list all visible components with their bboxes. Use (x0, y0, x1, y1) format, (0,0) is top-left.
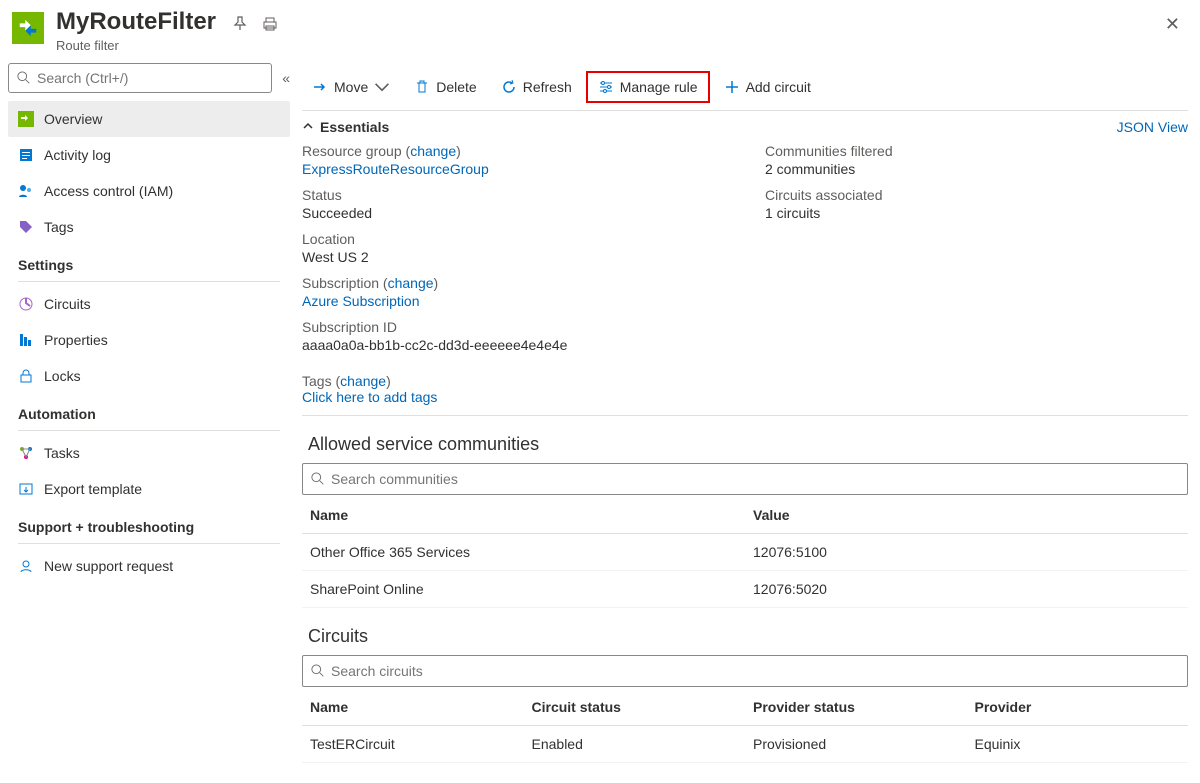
tasks-icon (18, 445, 34, 461)
table-header: Name Value (302, 497, 1188, 534)
essentials-header: Essentials JSON View (302, 111, 1188, 139)
properties-icon (18, 332, 34, 348)
change-tags-link[interactable]: change (340, 373, 386, 389)
subscription-id-value: aaaa0a0a-bb1b-cc2c-dd3d-eeeeee4e4e4e (302, 337, 725, 353)
nav-tasks[interactable]: Tasks (8, 435, 290, 471)
routefilter-icon (12, 12, 44, 44)
search-icon (311, 664, 325, 678)
page-header: MyRouteFilter Route filter ✕ (0, 0, 1200, 53)
communities-table: Name Value Other Office 365 Services 120… (302, 497, 1188, 608)
export-icon (18, 481, 34, 497)
move-button[interactable]: Move (302, 73, 400, 101)
circuits-icon (18, 296, 34, 312)
nav-section-support: Support + troubleshooting (8, 507, 290, 539)
chevron-up-icon[interactable] (302, 119, 314, 135)
nav-locks[interactable]: Locks (8, 358, 290, 394)
sidebar: « Overview Activity log Access control (… (0, 53, 290, 783)
manage-rule-button[interactable]: Manage rule (586, 71, 710, 103)
support-icon (18, 558, 34, 574)
page-title: MyRouteFilter (56, 8, 216, 36)
location-value: West US 2 (302, 249, 725, 265)
sidebar-search-input[interactable] (37, 70, 263, 86)
communities-title: Allowed service communities (302, 434, 1188, 455)
nav-access-control[interactable]: Access control (IAM) (8, 173, 290, 209)
iam-icon (18, 183, 34, 199)
circuits-search-input[interactable] (331, 663, 1179, 679)
circuits-value: 1 circuits (765, 205, 1188, 221)
table-row[interactable]: SharePoint Online 12076:5020 (302, 571, 1188, 608)
routefilter-icon (18, 111, 34, 127)
collapse-sidebar-icon[interactable]: « (282, 70, 290, 86)
add-circuit-button[interactable]: Add circuit (714, 73, 821, 101)
communities-search[interactable] (302, 463, 1188, 495)
circuits-search[interactable] (302, 655, 1188, 687)
print-icon[interactable] (262, 16, 278, 35)
nav-support-request[interactable]: New support request (8, 548, 290, 584)
nav-section-settings: Settings (8, 245, 290, 277)
close-icon[interactable]: ✕ (1165, 14, 1180, 35)
page-subtitle: Route filter (56, 38, 216, 53)
communities-search-input[interactable] (331, 471, 1179, 487)
sliders-icon (598, 79, 614, 95)
plus-icon (724, 79, 740, 95)
pin-icon[interactable] (232, 16, 248, 35)
locks-icon (18, 368, 34, 384)
table-header: Name Circuit status Provider status Prov… (302, 689, 1188, 726)
essentials-body: Resource group (change) ExpressRouteReso… (302, 139, 1188, 373)
status-value: Succeeded (302, 205, 725, 221)
nav-circuits[interactable]: Circuits (8, 286, 290, 322)
add-tags-link[interactable]: Click here to add tags (302, 389, 437, 405)
tags-icon (18, 219, 34, 235)
table-row[interactable]: TestERCircuit Enabled Provisioned Equini… (302, 726, 1188, 763)
chevron-down-icon (374, 79, 390, 95)
nav-tags[interactable]: Tags (8, 209, 290, 245)
nav-properties[interactable]: Properties (8, 322, 290, 358)
main-content: Move Delete Refresh Manage rule Add circ… (290, 53, 1200, 783)
delete-button[interactable]: Delete (404, 73, 486, 101)
json-view-link[interactable]: JSON View (1117, 119, 1188, 135)
resource-group-link[interactable]: ExpressRouteResourceGroup (302, 161, 725, 177)
arrow-right-icon (312, 79, 328, 95)
search-icon (17, 71, 31, 85)
activitylog-icon (18, 147, 34, 163)
refresh-button[interactable]: Refresh (491, 73, 582, 101)
table-row[interactable]: Other Office 365 Services 12076:5100 (302, 534, 1188, 571)
circuits-table: Name Circuit status Provider status Prov… (302, 689, 1188, 763)
communities-value: 2 communities (765, 161, 1188, 177)
nav-overview[interactable]: Overview (8, 101, 290, 137)
refresh-icon (501, 79, 517, 95)
toolbar: Move Delete Refresh Manage rule Add circ… (302, 63, 1188, 111)
search-icon (311, 472, 325, 486)
nav-export-template[interactable]: Export template (8, 471, 290, 507)
subscription-link[interactable]: Azure Subscription (302, 293, 725, 309)
trash-icon (414, 79, 430, 95)
nav-activity-log[interactable]: Activity log (8, 137, 290, 173)
nav-section-automation: Automation (8, 394, 290, 426)
change-sub-link[interactable]: change (388, 275, 434, 291)
circuits-title: Circuits (302, 626, 1188, 647)
change-rg-link[interactable]: change (410, 143, 456, 159)
sidebar-search[interactable] (8, 63, 272, 93)
